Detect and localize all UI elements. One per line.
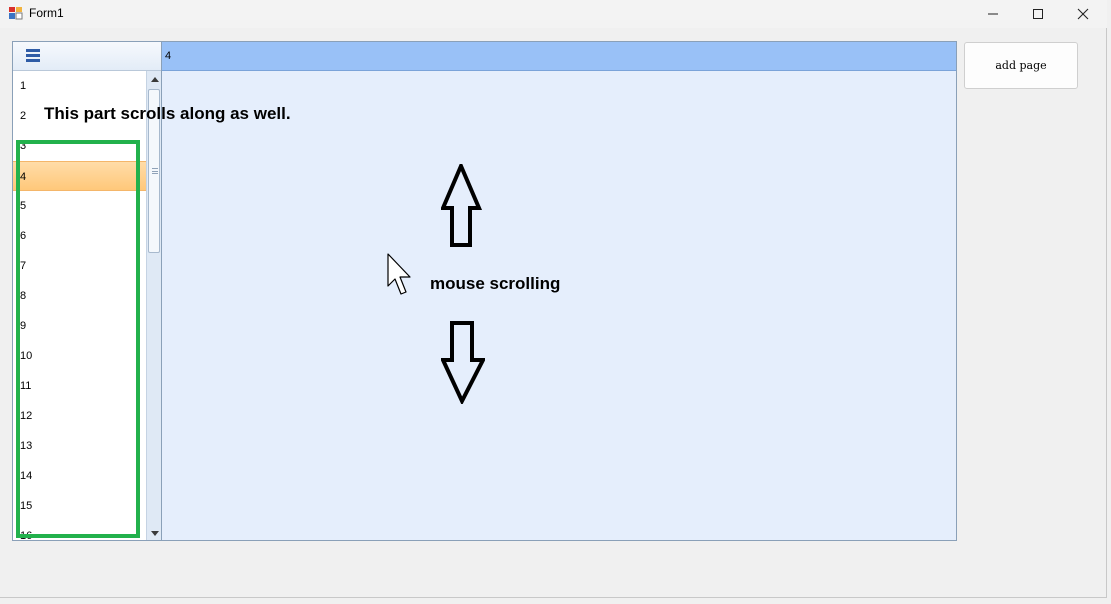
down-arrow-icon xyxy=(441,321,485,404)
minimize-button[interactable] xyxy=(970,0,1015,28)
client-area: 1 2 3 4 5 6 7 8 9 10 11 12 13 14 15 16 4… xyxy=(0,28,1107,598)
mouse-pointer-icon xyxy=(387,253,411,295)
maximize-icon xyxy=(1032,9,1043,19)
add-page-button[interactable]: add page xyxy=(964,42,1078,89)
window-title: Form1 xyxy=(29,6,64,20)
maximize-button[interactable] xyxy=(1015,0,1060,28)
scroll-up-arrow-icon[interactable] xyxy=(151,77,159,82)
minimize-icon xyxy=(987,13,998,15)
scroll-grip-icon xyxy=(152,168,158,174)
close-icon xyxy=(1077,8,1088,20)
hamburger-menu-icon[interactable] xyxy=(26,49,40,63)
scroll-annotation: This part scrolls along as well. xyxy=(44,104,291,123)
highlight-box xyxy=(16,140,140,538)
mouse-annotation: mouse scrolling xyxy=(430,274,561,293)
scroll-down-arrow-icon[interactable] xyxy=(151,531,159,536)
title-bar[interactable]: Form1 xyxy=(0,0,1107,28)
page-header: 4 xyxy=(162,42,956,71)
page-header-label: 4 xyxy=(165,50,172,62)
list-item[interactable]: 1 xyxy=(13,71,146,101)
close-button[interactable] xyxy=(1060,0,1105,28)
form-app-icon xyxy=(9,7,23,20)
navigator-header xyxy=(13,42,161,71)
form-window: Form1 1 2 3 4 5 6 7 8 9 10 11 12 13 14 1… xyxy=(0,0,1107,598)
vertical-scrollbar[interactable] xyxy=(146,71,161,540)
up-arrow-icon xyxy=(441,164,483,247)
